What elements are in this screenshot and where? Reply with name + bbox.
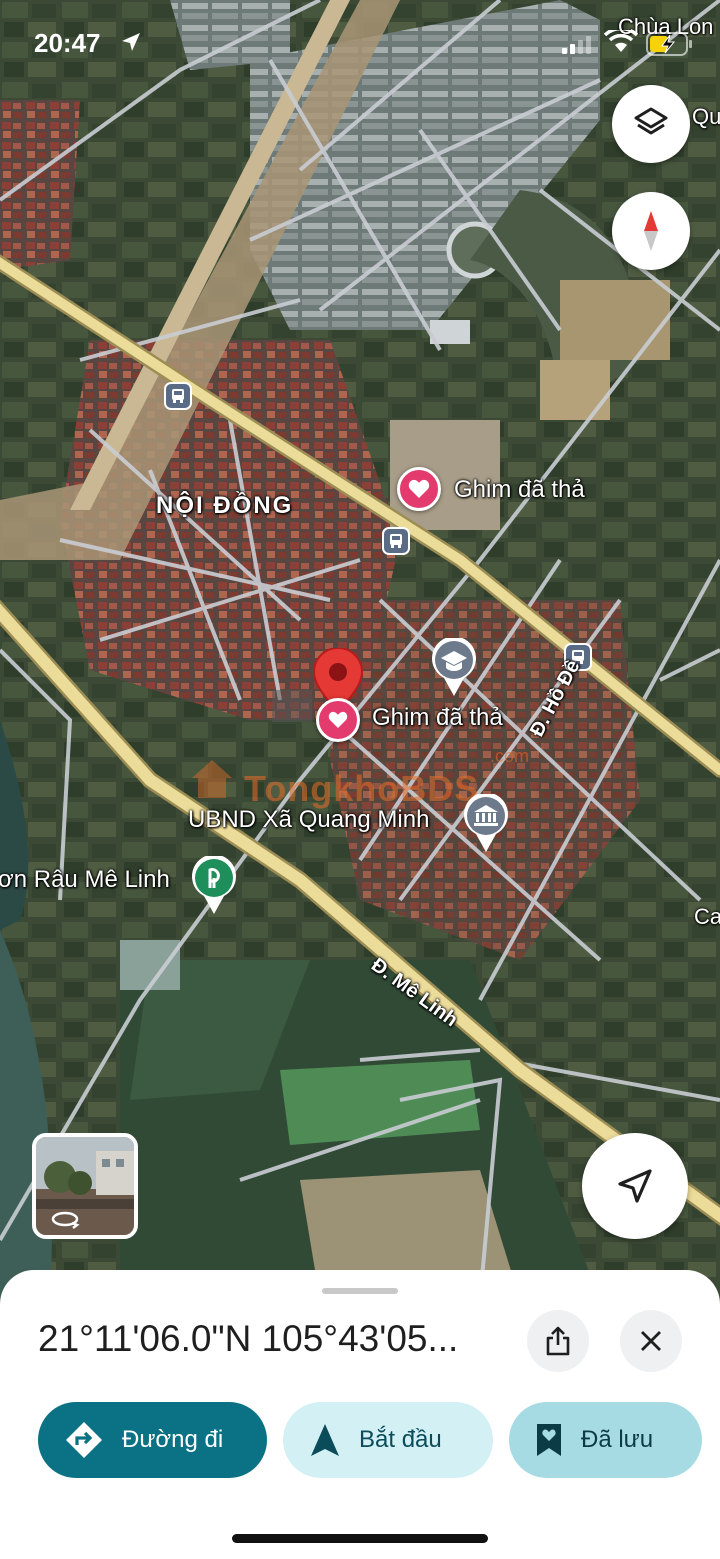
saved-place-label[interactable]: Ghim đã thả	[454, 476, 585, 504]
close-button[interactable]	[620, 1310, 682, 1372]
home-indicator[interactable]	[232, 1534, 488, 1543]
bus-stop-icon[interactable]	[382, 527, 410, 555]
heart-icon	[408, 479, 430, 498]
my-location-button[interactable]	[582, 1133, 688, 1239]
ubnd-label[interactable]: UBND Xã Quang Minh	[188, 806, 429, 834]
saved-place-pin[interactable]	[397, 467, 441, 511]
saved-label: Đã lưu	[581, 1426, 654, 1453]
heart-icon	[328, 711, 348, 728]
sheet-drag-handle[interactable]	[322, 1288, 398, 1294]
status-time: 20:47	[34, 28, 101, 58]
bus-stop-icon[interactable]	[164, 382, 192, 410]
watermark-suffix: .com	[490, 746, 530, 766]
dropped-pin-label[interactable]: Ghim đã thả	[372, 704, 503, 732]
compass-icon	[644, 211, 658, 251]
start-label: Bắt đầu	[359, 1426, 442, 1453]
park-label[interactable]: ơn Râu Mê Linh	[0, 866, 170, 894]
coordinates-title: 21°11'06.0"N 105°43'05...	[38, 1318, 459, 1359]
saved-button[interactable]: Đã lưu	[509, 1402, 702, 1478]
place-label-noi-dong[interactable]: NỘI ĐỒNG	[156, 492, 293, 520]
compass-button[interactable]	[612, 192, 690, 270]
watermark-house-icon	[186, 752, 238, 809]
park-poi[interactable]	[190, 854, 238, 919]
place-bottom-sheet[interactable]: 21°11'06.0"N 105°43'05... Đường đi Bắt đ…	[0, 1270, 720, 1559]
government-building-poi[interactable]	[462, 792, 510, 857]
rotate-360-icon	[51, 1211, 80, 1229]
map-layers-button[interactable]	[612, 85, 690, 163]
start-button[interactable]: Bắt đầu	[283, 1402, 493, 1478]
satellite-map[interactable]: Chùa Lon Qu Ca NỘI ĐỒNG TongkhoBDS .com …	[0, 0, 720, 1300]
street-view-thumbnail[interactable]	[32, 1133, 138, 1239]
watermark-text: TongkhoBDS	[244, 768, 480, 809]
layers-icon	[634, 107, 668, 135]
status-bar: 20:47	[0, 0, 720, 90]
map-label-ca[interactable]: Ca	[694, 904, 720, 930]
school-poi[interactable]	[430, 636, 478, 701]
dropped-pin-badge[interactable]	[316, 698, 360, 742]
cellular-signal-icon	[562, 36, 591, 54]
wifi-icon	[604, 30, 638, 52]
navigation-arrow-icon	[618, 1169, 652, 1203]
directions-label: Đường đi	[122, 1426, 224, 1453]
share-button[interactable]	[527, 1310, 589, 1372]
share-icon	[546, 1326, 570, 1356]
map-label-qu[interactable]: Qu	[692, 104, 720, 130]
directions-button[interactable]: Đường đi	[38, 1402, 267, 1478]
directions-icon	[66, 1422, 102, 1458]
bookmark-icon	[537, 1424, 561, 1456]
navigation-start-icon	[311, 1424, 339, 1456]
close-icon	[641, 1331, 661, 1351]
battery-charging-icon	[646, 32, 692, 56]
location-arrow-icon	[122, 33, 140, 51]
